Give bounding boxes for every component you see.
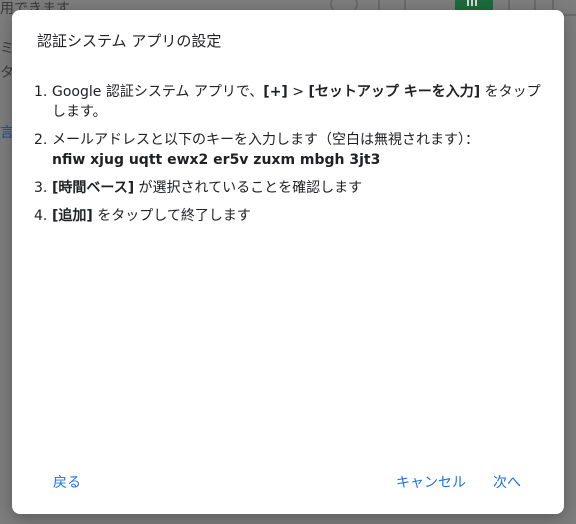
setup-key: nfiw xjug uqtt ewx2 er5v zuxm mbgh 3jt3 — [52, 152, 381, 168]
step-number: 1. — [34, 84, 48, 100]
add-label: [追加] — [52, 208, 93, 224]
step-4: 4. [追加] をタップして終了します — [34, 206, 544, 226]
plus-label: [+] — [263, 84, 288, 100]
step-number: 3. — [34, 180, 48, 196]
cancel-button[interactable]: キャンセル — [396, 468, 466, 496]
time-based-label: [時間ベース] — [52, 180, 135, 196]
enter-setup-key-label: [セットアップ キーを入力] — [308, 84, 481, 100]
step-number: 2. — [34, 132, 48, 148]
step-number: 4. — [34, 208, 48, 224]
step-text: メールアドレスと以下のキーを入力します（空白は無視されます）： — [52, 132, 479, 148]
setup-authenticator-dialog: 認証システム アプリの設定 1. Google 認証システム アプリで、[+] … — [12, 10, 564, 514]
step-2: 2. メールアドレスと以下のキーを入力します（空白は無視されます）： nfiw x… — [34, 130, 544, 170]
step-text: が選択されていることを確認します — [134, 180, 363, 196]
step-1: 1. Google 認証システム アプリで、[+] > [セットアップ キーを入… — [34, 82, 544, 122]
next-button[interactable]: 次へ — [493, 468, 521, 496]
step-separator: > — [287, 84, 309, 100]
back-button[interactable]: 戻る — [53, 468, 81, 496]
step-text: をタップして終了します — [92, 208, 251, 224]
step-text: Google 認証システム アプリで、 — [52, 84, 264, 100]
instruction-steps: 1. Google 認証システム アプリで、[+] > [セットアップ キーを入… — [34, 82, 544, 234]
dialog-title: 認証システム アプリの設定 — [37, 32, 222, 50]
step-3: 3. [時間ベース] が選択されていることを確認します — [34, 178, 544, 198]
